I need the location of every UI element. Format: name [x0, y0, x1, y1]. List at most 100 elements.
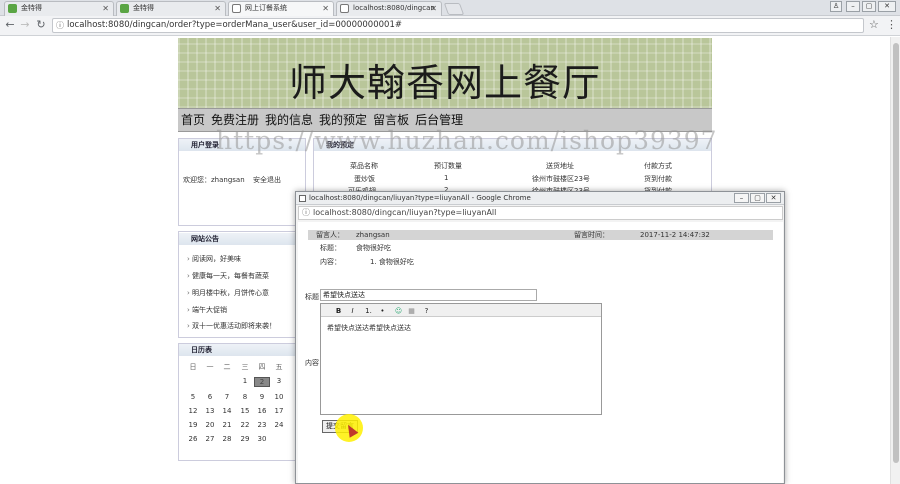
- column-header: 送货地址: [546, 162, 574, 170]
- calendar-day[interactable]: 23: [254, 421, 270, 429]
- poster-value: zhangsan: [356, 231, 390, 239]
- italic-icon[interactable]: I: [347, 305, 358, 315]
- calendar-day[interactable]: 20: [202, 421, 218, 429]
- calendar-day[interactable]: 17: [271, 407, 287, 415]
- nav-home[interactable]: 首页: [178, 109, 208, 131]
- calendar-day[interactable]: 12: [185, 407, 201, 415]
- notice-item[interactable]: 阅读网，好美味: [187, 254, 241, 264]
- calendar-weekday: 日: [189, 363, 197, 371]
- table-cell: 货到付款: [644, 175, 672, 183]
- bold-icon[interactable]: B: [333, 305, 344, 315]
- window-close-icon[interactable]: ✕: [878, 1, 896, 12]
- popup-titlebar[interactable]: localhost:8080/dingcan/liuyan?type=liuya…: [296, 192, 784, 205]
- editor-content[interactable]: 希望快点送达希望快点送达: [327, 323, 411, 333]
- emoticon-icon[interactable]: ☺: [393, 305, 404, 315]
- popup-content: 留言人： zhangsan 留言时间： 2017-11-2 14:47:32 标…: [298, 222, 783, 483]
- calendar-day[interactable]: 1: [237, 377, 253, 385]
- form-content-label: 内容: [305, 359, 319, 367]
- logout-link[interactable]: 安全退出: [253, 175, 281, 185]
- notice-item[interactable]: 双十一优惠活动即将来袭！: [187, 321, 276, 331]
- table-cell: 徐州市鼓楼区23号: [532, 175, 590, 183]
- address-text: localhost:8080/dingcan/order?type=orderM…: [67, 20, 402, 30]
- title-input[interactable]: [320, 289, 537, 301]
- scrollbar-thumb[interactable]: [893, 43, 899, 463]
- close-icon[interactable]: ✕: [322, 2, 329, 15]
- calendar-today[interactable]: 2: [254, 377, 270, 387]
- rich-text-editor[interactable]: B I 1. • ☺ ▦ ? 希望快点送达希望快点送达: [320, 303, 602, 415]
- calendar-day[interactable]: 6: [202, 393, 218, 401]
- page-favicon-icon: [340, 4, 349, 13]
- calendar-day[interactable]: 28: [219, 435, 235, 443]
- panel-title: 网站公告: [179, 233, 305, 245]
- calendar-day[interactable]: 8: [237, 393, 253, 401]
- notice-item[interactable]: 健康每一天，每餐有蔬菜: [187, 271, 269, 281]
- calendar-day[interactable]: 3: [271, 377, 287, 385]
- page-favicon-icon: [232, 4, 241, 13]
- popup-title: localhost:8080/dingcan/liuyan?type=liuya…: [309, 194, 531, 202]
- minimize-icon[interactable]: –: [846, 1, 860, 12]
- help-icon[interactable]: ?: [421, 305, 432, 315]
- calendar-day[interactable]: 22: [237, 421, 253, 429]
- calendar-day[interactable]: 26: [185, 435, 201, 443]
- tab-label: localhost:8080/dingcan: [353, 4, 435, 12]
- maximize-icon[interactable]: ▢: [750, 193, 765, 203]
- minimize-icon[interactable]: –: [734, 193, 749, 203]
- message-header-row: 留言人： zhangsan 留言时间： 2017-11-2 14:47:32: [308, 230, 773, 240]
- bookmark-star-icon[interactable]: ☆: [869, 18, 879, 31]
- browser-tab-1[interactable]: 金特得 ✕: [4, 1, 114, 16]
- address-text: localhost:8080/dingcan/liuyan?type=liuya…: [313, 208, 497, 217]
- calendar-day[interactable]: 16: [254, 407, 270, 415]
- maximize-icon[interactable]: ▢: [862, 1, 876, 12]
- forward-icon[interactable]: →: [18, 18, 32, 32]
- reload-icon[interactable]: ↻: [34, 18, 48, 32]
- close-icon[interactable]: ✕: [430, 2, 437, 15]
- browser-tab-bar: 金特得 ✕ 金特得 ✕ 网上订餐系统 ✕ localhost:8080/ding…: [0, 0, 900, 16]
- notice-item[interactable]: 端午大促销: [187, 305, 227, 315]
- site-title: 师大翰香网上餐厅: [288, 61, 601, 105]
- calendar-day[interactable]: 27: [202, 435, 218, 443]
- window-close-icon[interactable]: ✕: [766, 193, 781, 203]
- back-icon[interactable]: ←: [3, 18, 17, 32]
- calendar-day[interactable]: 14: [219, 407, 235, 415]
- calendar-day[interactable]: 29: [237, 435, 253, 443]
- calendar-day[interactable]: 5: [185, 393, 201, 401]
- image-icon[interactable]: ▦: [406, 305, 417, 315]
- column-header: 菜品名称: [350, 162, 378, 170]
- page-scrollbar[interactable]: [890, 37, 900, 484]
- browser-tab-2[interactable]: 金特得 ✕: [116, 1, 226, 16]
- message-popup-window: localhost:8080/dingcan/liuyan?type=liuya…: [295, 191, 785, 484]
- calendar-day[interactable]: 9: [254, 393, 270, 401]
- user-icon[interactable]: ♙: [830, 1, 842, 12]
- calendar-weekday: 二: [223, 363, 231, 371]
- browser-menu-icon[interactable]: ⋮: [886, 18, 897, 31]
- unordered-list-icon[interactable]: •: [377, 305, 388, 315]
- editor-toolbar: B I 1. • ☺ ▦ ?: [321, 304, 601, 317]
- notice-item[interactable]: 明月楼中秋，月饼传心意: [187, 288, 269, 298]
- calendar-day[interactable]: 24: [271, 421, 287, 429]
- table-cell: 蛋炒饭: [354, 175, 375, 183]
- panel-title: 日历表: [179, 344, 305, 356]
- calendar-day[interactable]: 19: [185, 421, 201, 429]
- column-header: 付款方式: [644, 162, 672, 170]
- close-icon[interactable]: ✕: [102, 2, 109, 15]
- popup-address-bar[interactable]: ⓘ localhost:8080/dingcan/liuyan?type=liu…: [298, 206, 783, 220]
- close-icon[interactable]: ✕: [214, 2, 221, 15]
- browser-tab-4[interactable]: localhost:8080/dingcan ✕: [336, 1, 442, 16]
- calendar-day[interactable]: 15: [237, 407, 253, 415]
- new-tab-button[interactable]: [443, 3, 465, 15]
- watermark-text: https://www.huzhan.com/ishop39397: [216, 126, 718, 155]
- calendar-panel: 日历表 日一二三四五 1 2 3 5 6 7 8 9 10 12 13 14 15 16 17 19 20 21 22…: [178, 343, 306, 461]
- calendar-day[interactable]: 7: [219, 393, 235, 401]
- calendar-weekday: 一: [206, 363, 214, 371]
- calendar-day[interactable]: 30: [254, 435, 270, 443]
- column-header: 预订数量: [434, 162, 462, 170]
- address-bar[interactable]: ⓘ localhost:8080/dingcan/order?type=orde…: [52, 18, 864, 33]
- ordered-list-icon[interactable]: 1.: [363, 305, 374, 315]
- browser-tab-3[interactable]: 网上订餐系统 ✕: [228, 1, 334, 16]
- calendar-weekday: 五: [275, 363, 283, 371]
- calendar-day[interactable]: 21: [219, 421, 235, 429]
- calendar-day[interactable]: 13: [202, 407, 218, 415]
- calendar-day[interactable]: 10: [271, 393, 287, 401]
- subject-value: 食物很好吃: [356, 244, 391, 252]
- page-favicon-icon: [299, 195, 306, 202]
